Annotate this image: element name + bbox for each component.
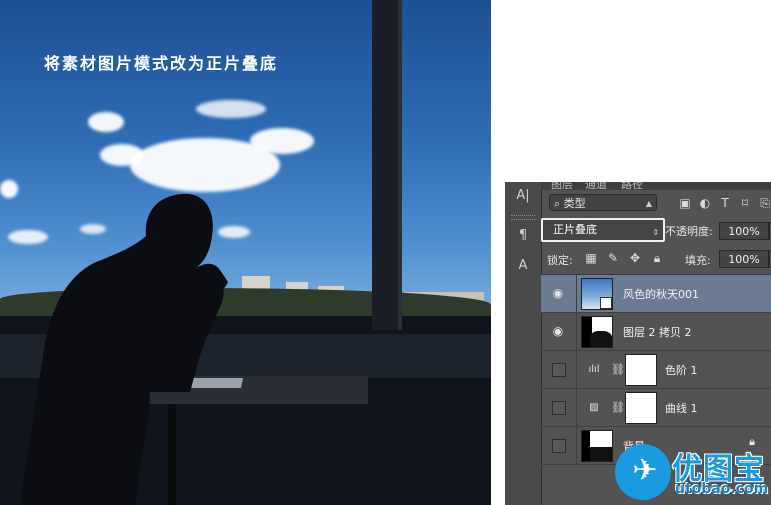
layer-name[interactable]: 色阶 1: [665, 362, 698, 378]
smart-object-filter-icon[interactable]: ⎘: [757, 195, 771, 211]
layer-mask-thumbnail: [625, 354, 657, 386]
layer-row[interactable]: ◉ 风色的秋天001: [541, 275, 771, 313]
visibility-toggle[interactable]: [541, 389, 577, 427]
filter-type-select[interactable]: ⌕ 类型 ▲: [549, 194, 657, 211]
shape-filter-icon[interactable]: ⌑: [737, 195, 753, 211]
eye-icon: ◉: [552, 286, 564, 300]
type-filter-icon[interactable]: T: [717, 195, 733, 211]
opacity-input[interactable]: 100%: [719, 222, 769, 240]
lock-image-pixels-icon[interactable]: ✎: [605, 250, 621, 266]
lock-position-icon[interactable]: ✥: [627, 250, 643, 266]
adjustment-filter-icon[interactable]: ◐: [697, 195, 713, 211]
layer-thumbnail: [581, 278, 613, 310]
man-silhouette: [20, 193, 228, 505]
tab-channels[interactable]: 通道: [585, 182, 607, 190]
select-arrows-icon: ▲: [645, 199, 652, 208]
panel-toolstrip: A| ¶ A: [505, 182, 542, 505]
layer-thumbnail: [581, 430, 613, 462]
blend-mode-value: 正片叠底: [553, 223, 597, 236]
visibility-toggle[interactable]: [541, 427, 577, 465]
tab-paths[interactable]: 路径: [621, 182, 643, 190]
levels-icon: ılıl: [588, 364, 600, 375]
layer-row[interactable]: ılıl ⛓ 色阶 1: [541, 351, 771, 389]
layer-name[interactable]: 曲线 1: [665, 400, 698, 416]
toolstrip-grip[interactable]: [511, 215, 535, 220]
select-arrows-icon: ⇕: [652, 228, 659, 237]
watermark-logo: ✈: [615, 444, 671, 500]
hidden-checkbox: [552, 363, 566, 377]
curves-icon: ▨: [589, 402, 599, 413]
lock-row: 锁定: ▦ ✎ ✥ 🔒︎ 填充: 100% ▼: [541, 248, 771, 270]
visibility-toggle[interactable]: [541, 351, 577, 389]
divider: [491, 0, 505, 505]
layer-row[interactable]: ▨ ⛓ 曲线 1: [541, 389, 771, 427]
filter-row: ⌕ 类型 ▲ ▣ ◐ T ⌑ ⎘: [541, 191, 771, 215]
layer-name[interactable]: 风色的秋天001: [623, 286, 699, 302]
visibility-toggle[interactable]: ◉: [541, 313, 577, 351]
link-chain-icon[interactable]: ⛓: [611, 401, 625, 415]
eye-icon: ◉: [552, 324, 564, 338]
link-chain-icon[interactable]: ⛓: [611, 363, 625, 377]
watermark-brand-en: utobao.com: [675, 481, 769, 497]
layer-mask-thumbnail: [625, 392, 657, 424]
filter-type-label: 类型: [563, 197, 586, 210]
thumbnail-silhouette: [582, 431, 590, 461]
character-style-icon[interactable]: A: [513, 256, 533, 276]
tab-layers[interactable]: 图层: [551, 182, 573, 190]
panel-tabs: 图层 通道 路径: [541, 182, 771, 190]
blend-row: 正片叠底 ⇕ 不透明度: 100% ▼: [541, 218, 771, 244]
layer-thumbnail: [581, 316, 613, 348]
thumbnail-figure: [590, 331, 612, 347]
fill-label: 填充:: [685, 254, 711, 267]
layer-row[interactable]: ◉ 图层 2 拷贝 2: [541, 313, 771, 351]
lock-label: 锁定:: [547, 254, 573, 267]
opacity-label: 不透明度:: [665, 225, 713, 238]
search-icon: ⌕: [554, 197, 561, 210]
bird-icon: ✈: [632, 453, 658, 488]
fill-input[interactable]: 100%: [719, 250, 769, 268]
character-panel-icon[interactable]: A|: [513, 186, 533, 206]
smart-object-badge-icon: [600, 297, 612, 309]
blend-mode-select[interactable]: 正片叠底 ⇕: [541, 218, 665, 242]
lock-transparency-icon[interactable]: ▦: [583, 250, 599, 266]
layer-name[interactable]: 图层 2 拷贝 2: [623, 324, 692, 340]
pixel-filter-icon[interactable]: ▣: [677, 195, 693, 211]
composited-photo: 将素材图片模式改为正片叠底: [0, 0, 491, 505]
visibility-toggle[interactable]: ◉: [541, 275, 577, 313]
hidden-checkbox: [552, 439, 566, 453]
paragraph-panel-icon[interactable]: ¶: [513, 226, 533, 246]
lock-all-icon[interactable]: 🔒︎: [649, 250, 665, 266]
hidden-checkbox: [552, 401, 566, 415]
thumbnail-figure: [590, 447, 612, 461]
